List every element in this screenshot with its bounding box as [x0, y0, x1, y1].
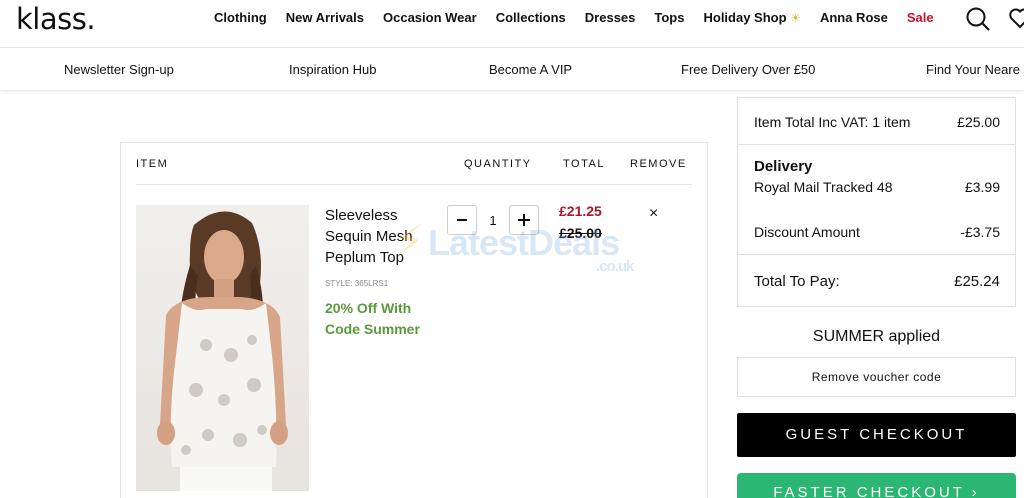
product-name[interactable]: Sleeveless Sequin Mesh Peplum Top	[325, 205, 435, 268]
secondary-nav: Newsletter Sign-up Inspiration Hub Becom…	[0, 49, 1024, 91]
nav-sale[interactable]: Sale	[907, 10, 934, 25]
promo-message: 20% Off With Code Summer	[325, 300, 420, 337]
subnav-store-finder[interactable]: Find Your Neare	[926, 62, 1020, 77]
remove-item-close-icon[interactable]: ×	[649, 205, 658, 223]
price-discounted: £21.25	[559, 203, 602, 219]
nav-dresses[interactable]: Dresses	[585, 10, 636, 25]
brand-logo[interactable]: klass.	[16, 2, 96, 36]
nav-occasion-wear[interactable]: Occasion Wear	[383, 10, 477, 25]
header-quantity: QUANTITY	[464, 158, 532, 170]
search-icon[interactable]	[964, 5, 992, 38]
product-style-code: STYLE: 365LRS1	[325, 279, 389, 288]
header-remove: REMOVE	[630, 158, 687, 170]
subnav-vip[interactable]: Become A VIP	[489, 62, 572, 77]
nav-holiday-shop-label: Holiday Shop	[703, 10, 787, 25]
plus-icon	[518, 214, 530, 226]
sun-icon: ☀	[790, 11, 801, 25]
summary-divider	[738, 254, 1015, 255]
cart-header-row: ITEM QUANTITY TOTAL REMOVE	[136, 143, 692, 185]
nav-anna-rose[interactable]: Anna Rose	[820, 10, 888, 25]
minus-icon	[457, 219, 467, 221]
product-image[interactable]	[136, 205, 309, 491]
discount-label: Discount Amount	[754, 224, 860, 240]
increase-quantity-button[interactable]	[509, 205, 539, 235]
delivery-heading: Delivery	[754, 158, 813, 175]
nav-new-arrivals[interactable]: New Arrivals	[286, 10, 364, 25]
main-nav: Clothing New Arrivals Occasion Wear Coll…	[214, 10, 953, 25]
total-row: Total To Pay: £25.24	[754, 273, 1000, 290]
decrease-quantity-button[interactable]	[447, 205, 477, 235]
nav-collections[interactable]: Collections	[496, 10, 566, 25]
delivery-method: Royal Mail Tracked 48	[754, 179, 893, 195]
summary-divider	[738, 144, 1015, 145]
quantity-value[interactable]: 1	[477, 213, 509, 228]
delivery-value: £3.99	[964, 179, 1000, 195]
discount-value: -£3.75	[960, 224, 1000, 240]
nav-tops[interactable]: Tops	[654, 10, 684, 25]
nav-holiday-shop[interactable]: Holiday Shop ☀	[703, 10, 800, 25]
item-total-label: Item Total Inc VAT: 1 item	[754, 114, 911, 130]
order-summary: Item Total Inc VAT: 1 item £25.00 Delive…	[737, 97, 1016, 307]
total-value: £25.24	[954, 273, 1000, 290]
voucher-applied-text: SUMMER applied	[812, 328, 941, 345]
faster-checkout-button[interactable]: FASTER CHECKOUT ›	[737, 473, 1016, 498]
subnav-newsletter[interactable]: Newsletter Sign-up	[64, 62, 174, 77]
guest-checkout-button[interactable]: GUEST CHECKOUT	[737, 413, 1016, 457]
subnav-free-delivery[interactable]: Free Delivery Over £50	[681, 62, 815, 77]
quantity-stepper: 1	[447, 205, 539, 235]
site-header: klass. Clothing New Arrivals Occasion We…	[0, 0, 1024, 48]
cart-table: ITEM QUANTITY TOTAL REMOVE Sleeveless Se…	[120, 142, 708, 498]
nav-clothing[interactable]: Clothing	[214, 10, 267, 25]
item-total-row: Item Total Inc VAT: 1 item £25.00	[754, 114, 1000, 130]
wishlist-heart-icon[interactable]	[1008, 6, 1024, 35]
price-original: £25.00	[559, 225, 602, 241]
remove-voucher-button[interactable]: Remove voucher code	[737, 357, 1016, 397]
header-total: TOTAL	[563, 158, 605, 170]
total-label: Total To Pay:	[754, 273, 840, 290]
subnav-inspiration[interactable]: Inspiration Hub	[289, 62, 376, 77]
discount-row: Discount Amount -£3.75	[754, 224, 1000, 240]
delivery-row: Royal Mail Tracked 48 £3.99	[754, 179, 1000, 195]
header-item: ITEM	[136, 158, 169, 170]
item-total-value: £25.00	[957, 114, 1000, 130]
